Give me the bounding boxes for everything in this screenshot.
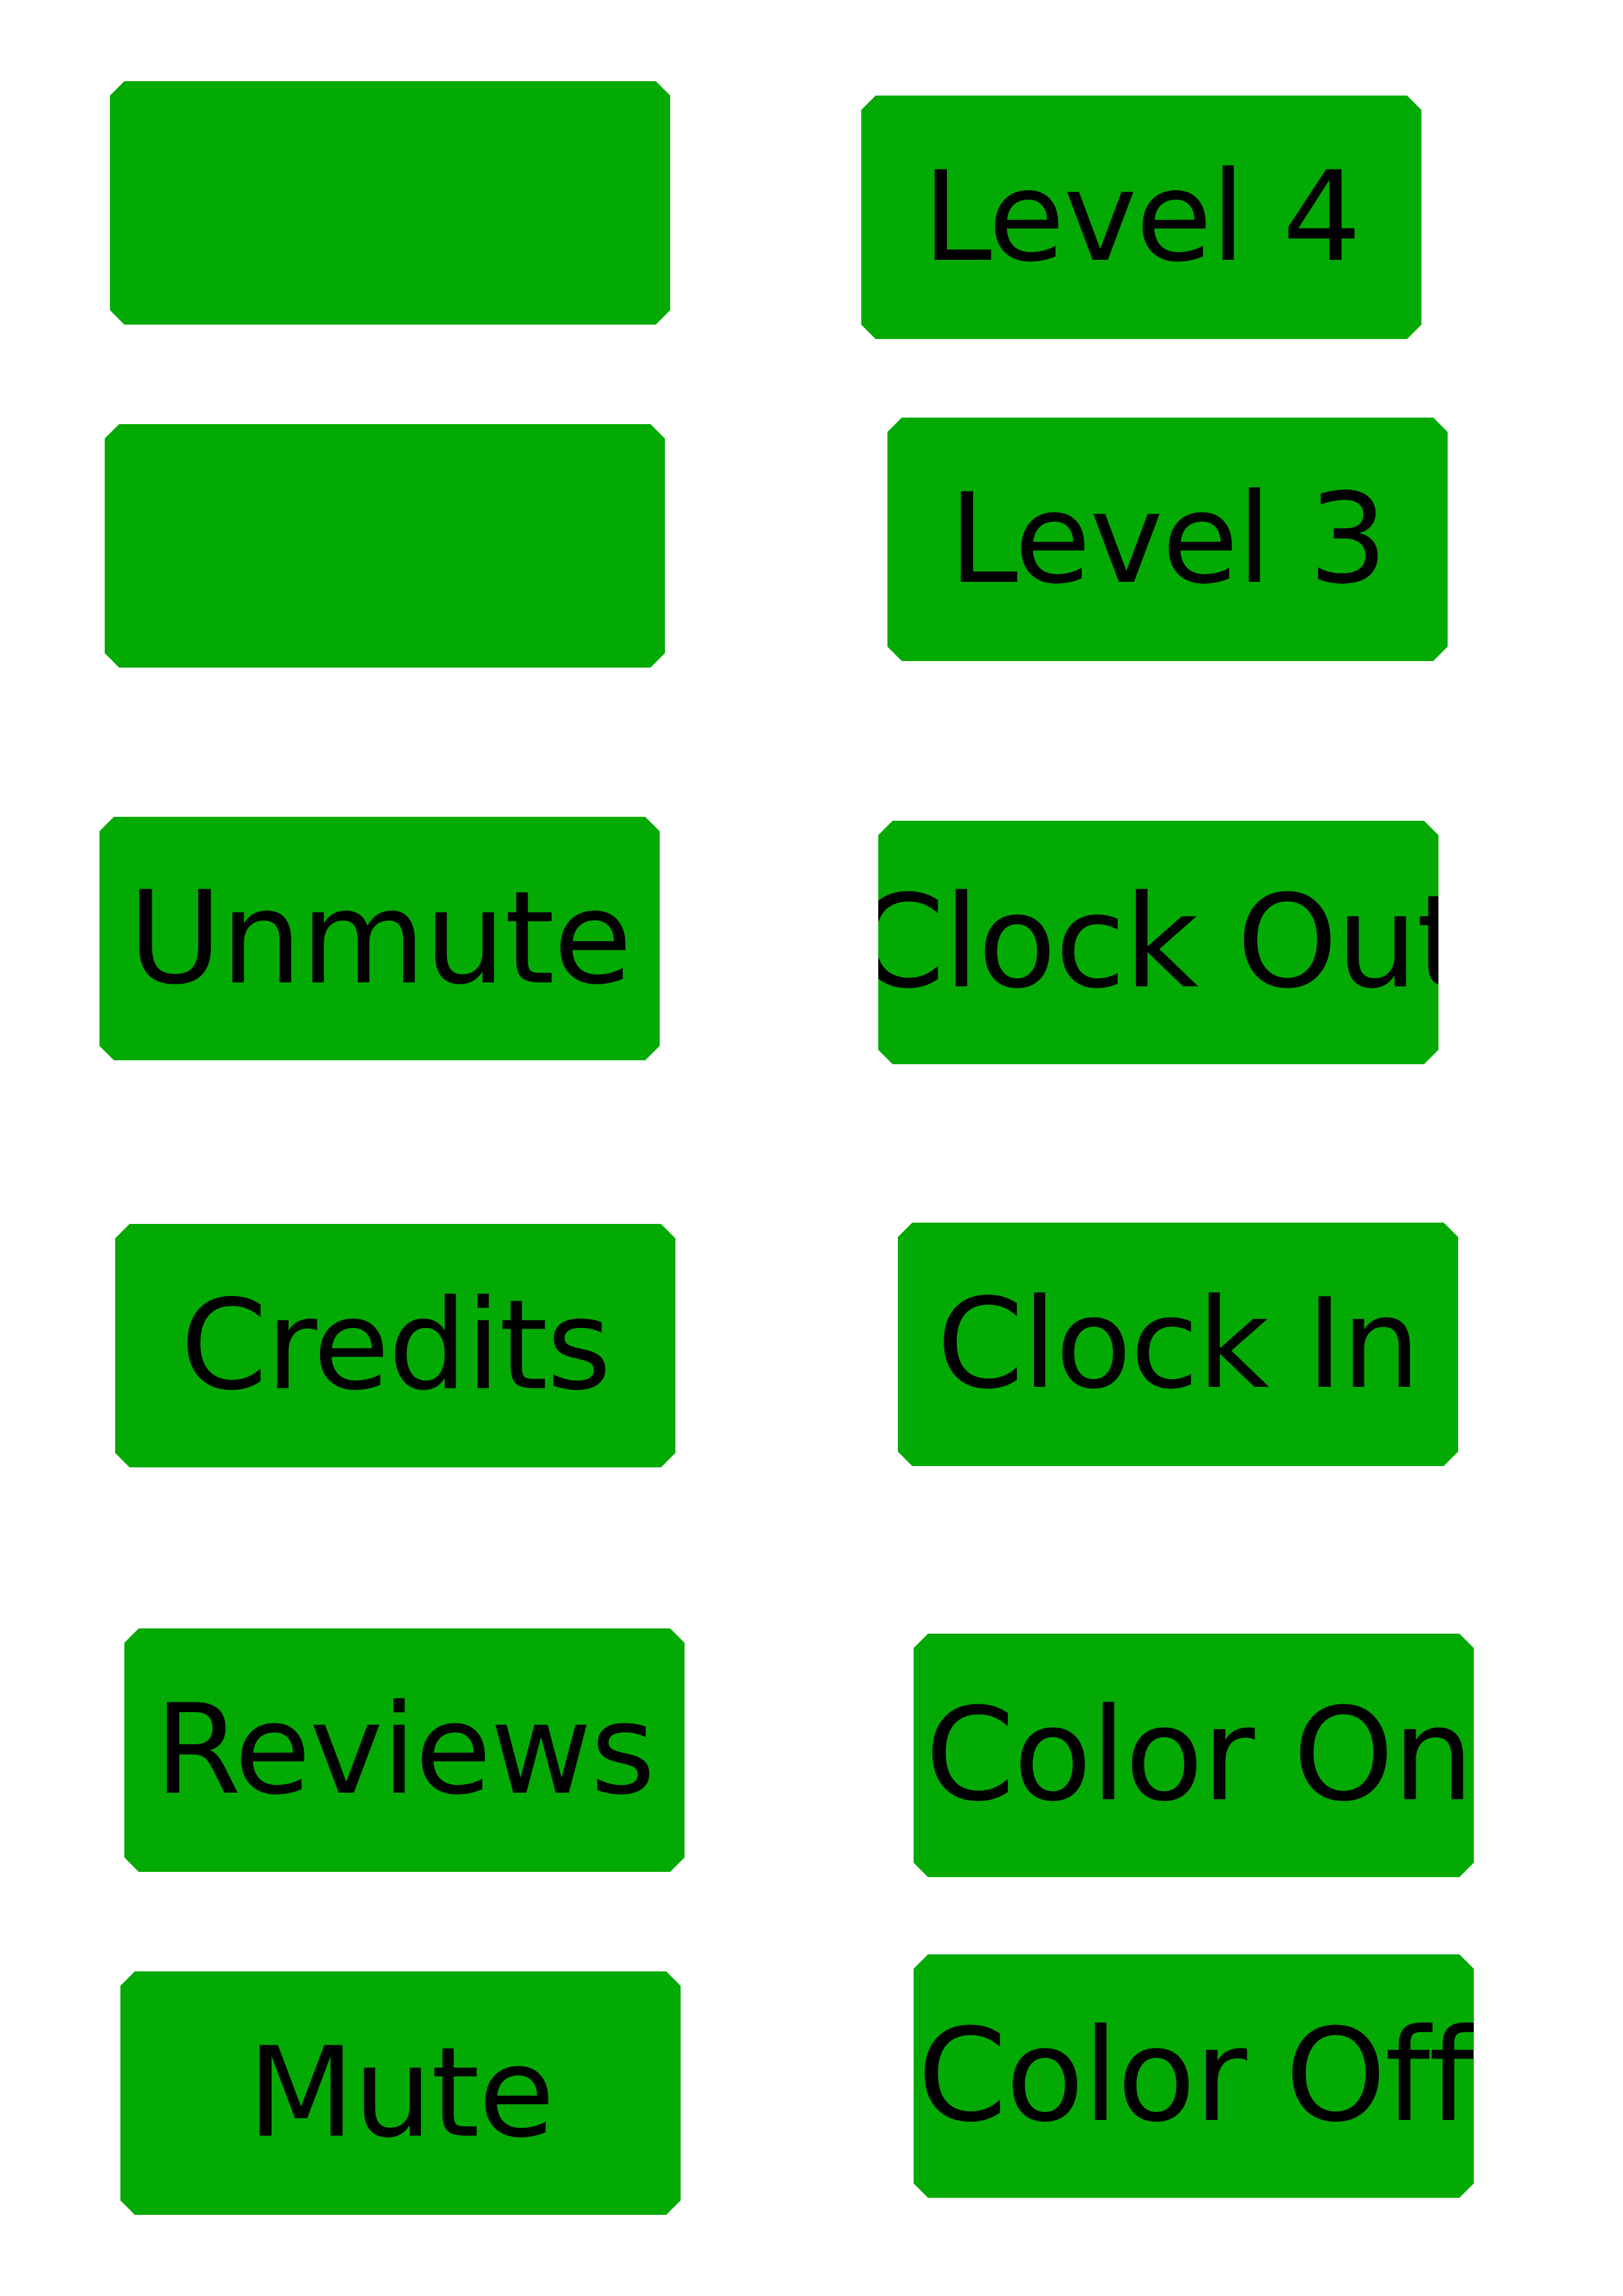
color-off-button-label: Color Off — [917, 2001, 1473, 2151]
credits-button-label: Credits — [180, 1273, 611, 1418]
color-on-button[interactable]: Color On — [914, 1634, 1474, 1877]
clock-in-button-label: Clock In — [936, 1272, 1419, 1416]
unmute-button[interactable]: Unmute — [99, 817, 660, 1060]
mute-button[interactable]: Mute — [120, 1971, 681, 2215]
credits-button[interactable]: Credits — [115, 1224, 675, 1467]
level-3-button-label: Level 3 — [948, 467, 1387, 611]
level-4-button[interactable]: Level 4 — [861, 96, 1421, 339]
reviews-button-label: Reviews — [154, 1677, 654, 1822]
color-off-button[interactable]: Color Off — [914, 1954, 1474, 2198]
blank-button-1[interactable] — [110, 81, 670, 325]
color-on-button-label: Color On — [925, 1681, 1473, 1830]
level-4-button-label: Level 4 — [922, 145, 1361, 289]
clock-in-button[interactable]: Clock In — [898, 1223, 1458, 1466]
clock-out-button[interactable]: Clock Out — [878, 821, 1438, 1064]
blank-button-2[interactable] — [105, 424, 665, 668]
reviews-button[interactable]: Reviews — [124, 1628, 685, 1872]
clock-out-button-label: Clock Out — [855, 868, 1466, 1017]
level-3-button[interactable]: Level 3 — [887, 418, 1448, 661]
unmute-button-label: Unmute — [128, 864, 632, 1013]
mute-button-label: Mute — [247, 2020, 554, 2165]
